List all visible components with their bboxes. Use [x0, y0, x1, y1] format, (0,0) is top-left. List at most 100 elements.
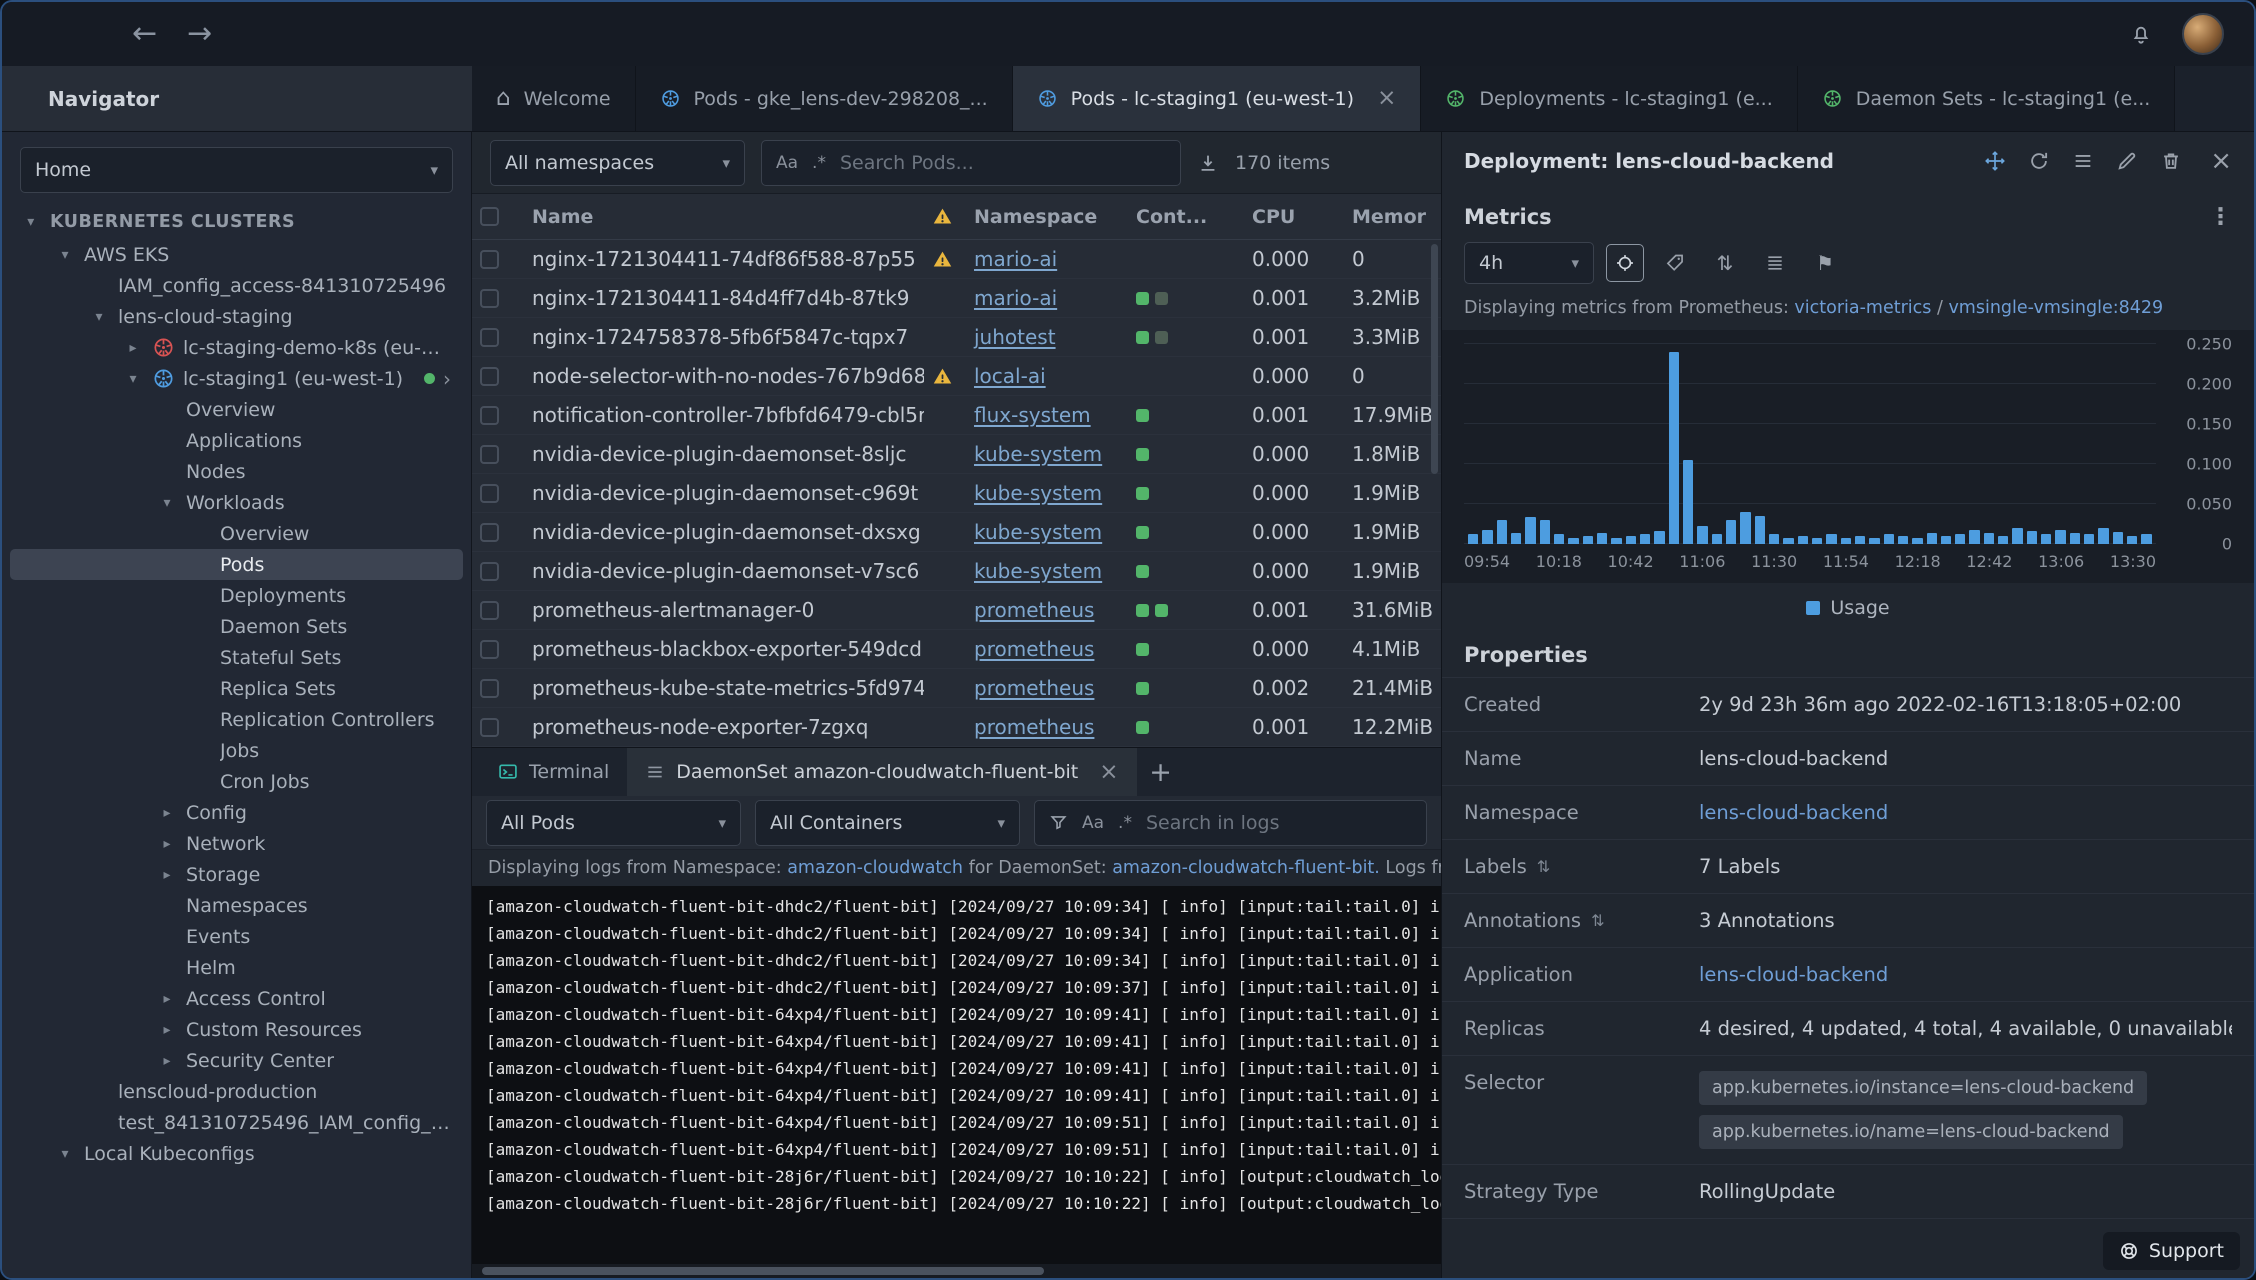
namespace-filter-select[interactable]: All namespaces ▾	[490, 139, 745, 186]
sidebar-item-helm[interactable]: Helm	[10, 952, 463, 983]
namespace-link[interactable]: kube-system	[974, 520, 1102, 544]
logs-namespace-link[interactable]: amazon-cloudwatch	[787, 858, 963, 878]
table-row[interactable]: prometheus-node-exporter-7zgxq prometheus…	[472, 708, 1441, 747]
sidebar-item-iam-config-access-841310725496[interactable]: IAM_config_access-841310725496	[10, 270, 463, 301]
checkbox[interactable]	[480, 561, 499, 581]
sidebar-item-pods[interactable]: Pods	[10, 549, 463, 580]
property-link[interactable]: lens-cloud-backend	[1699, 963, 1888, 986]
table-row[interactable]: nvidia-device-plugin-daemonset-v7sc6 kube…	[472, 552, 1441, 591]
crosshair-toggle-button[interactable]	[1606, 244, 1644, 282]
logs-search-box[interactable]: Aa .*	[1034, 799, 1427, 846]
column-header-memory[interactable]: Memor	[1344, 206, 1440, 228]
sidebar-item-custom-resources[interactable]: ▸ Custom Resources	[10, 1014, 463, 1045]
namespace-link[interactable]: prometheus	[974, 676, 1094, 700]
chevron-right-icon[interactable]: ▸	[156, 867, 178, 883]
edit-icon[interactable]	[2116, 150, 2138, 172]
forward-button[interactable]: →	[187, 19, 212, 49]
container-filter-select[interactable]: All Containers ▾	[755, 799, 1020, 846]
match-case-icon[interactable]: Aa	[1082, 813, 1104, 833]
table-scrollbar-thumb[interactable]	[1431, 244, 1438, 474]
checkbox[interactable]	[480, 249, 499, 269]
filter-funnel-icon[interactable]	[1049, 813, 1068, 832]
table-row[interactable]: prometheus-alertmanager-0 prometheus 0.001…	[472, 591, 1441, 630]
sidebar-item-nodes[interactable]: Nodes	[10, 456, 463, 487]
catalog-selector[interactable]: Home ▾	[20, 147, 453, 193]
sidebar-item-security-center[interactable]: ▸ Security Center	[10, 1045, 463, 1076]
close-panel-icon[interactable]: ×	[2210, 148, 2232, 174]
table-row[interactable]: nginx-1721304411-84d4ff7d4b-87tk9 mario-a…	[472, 279, 1441, 318]
match-case-icon[interactable]: Aa	[776, 153, 798, 173]
checkbox[interactable]	[480, 405, 499, 425]
sidebar-item-applications[interactable]: Applications	[10, 425, 463, 456]
namespace-link[interactable]: flux-system	[974, 403, 1091, 427]
table-row[interactable]: nvidia-device-plugin-daemonset-dxsxg kube…	[472, 513, 1441, 552]
sidebar-item-lc-staging1-eu-west-1[interactable]: ▾ lc-staging1 (eu-west-1) ›	[10, 363, 463, 394]
column-header-cpu[interactable]: CPU	[1244, 206, 1344, 228]
metrics-endpoint-link[interactable]: vmsingle-vmsingle:8429	[1948, 298, 2163, 318]
sidebar-item-access-control[interactable]: ▸ Access Control	[10, 983, 463, 1014]
namespace-link[interactable]: kube-system	[974, 442, 1102, 466]
chevron-down-icon[interactable]: ▾	[54, 247, 76, 263]
sidebar-item-overview[interactable]: Overview	[10, 394, 463, 425]
kebab-menu-icon[interactable]: ⋮	[2209, 204, 2232, 230]
chevron-right-icon[interactable]: ▸	[156, 991, 178, 1007]
table-row[interactable]: nginx-1724758378-5fb6f5847c-tqpx7 juhotes…	[472, 318, 1441, 357]
menu-icon[interactable]	[2072, 150, 2094, 172]
metrics-range-select[interactable]: 4h ▾	[1464, 242, 1594, 284]
namespace-link[interactable]: juhotest	[974, 325, 1056, 349]
column-header-name[interactable]: Name	[524, 206, 924, 228]
sort-icon[interactable]: ⇅	[1591, 912, 1604, 929]
tab-daemon-sets-lc-staging1-e[interactable]: Daemon Sets - lc-staging1 (e...	[1797, 66, 2176, 131]
chevron-down-icon[interactable]: ▾	[20, 214, 42, 230]
column-header-containers[interactable]: Cont...	[1128, 206, 1244, 228]
regex-icon[interactable]: .*	[812, 153, 826, 173]
checkbox[interactable]	[480, 288, 499, 308]
sidebar-item-replication-controllers[interactable]: Replication Controllers	[10, 704, 463, 735]
table-row[interactable]: notification-controller-7bfbfd6479-cbl5r…	[472, 396, 1441, 435]
move-panel-icon[interactable]	[1984, 150, 2006, 172]
checkbox[interactable]	[480, 444, 499, 464]
pod-filter-select[interactable]: All Pods ▾	[486, 799, 741, 846]
labels-toggle-button[interactable]	[1656, 244, 1694, 282]
tab-deployments-lc-staging1-e[interactable]: Deployments - lc-staging1 (e...	[1421, 66, 1798, 131]
close-icon[interactable]: ×	[1099, 760, 1118, 784]
checkbox[interactable]	[480, 483, 499, 503]
tab-welcome[interactable]: ⌂ Welcome	[472, 66, 636, 131]
sidebar-item-config[interactable]: ▸ Config	[10, 797, 463, 828]
sidebar-item-local-kubeconfigs[interactable]: ▾ Local Kubeconfigs	[10, 1138, 463, 1169]
sort-icon[interactable]: ⇅	[1537, 858, 1550, 875]
download-icon[interactable]	[1197, 152, 1219, 174]
chevron-down-icon[interactable]: ▾	[88, 309, 110, 325]
sidebar-item-aws-eks[interactable]: ▾ AWS EKS	[10, 239, 463, 270]
checkbox[interactable]	[480, 639, 499, 659]
checkbox[interactable]	[480, 600, 499, 620]
sort-button[interactable]: ⇅	[1706, 244, 1744, 282]
chevron-right-icon[interactable]: ▸	[156, 805, 178, 821]
sidebar-item-replica-sets[interactable]: Replica Sets	[10, 673, 463, 704]
refresh-icon[interactable]	[2028, 150, 2050, 172]
pods-search-input[interactable]	[839, 151, 1166, 174]
sidebar-item-events[interactable]: Events	[10, 921, 463, 952]
table-row[interactable]: node-selector-with-no-nodes-767b9d68 loca…	[472, 357, 1441, 396]
support-button[interactable]: Support	[2102, 1232, 2240, 1270]
logs-search-input[interactable]	[1145, 811, 1412, 834]
namespace-link[interactable]: prometheus	[974, 598, 1094, 622]
flag-button[interactable]: ⚑	[1806, 244, 1844, 282]
checkbox[interactable]	[480, 717, 499, 737]
sidebar-item-overview[interactable]: Overview	[10, 518, 463, 549]
logs-horizontal-scrollbar[interactable]	[472, 1264, 1441, 1278]
dock-tab-terminal[interactable]: Terminal	[480, 748, 627, 796]
user-avatar[interactable]	[2182, 13, 2224, 55]
namespace-link[interactable]: mario-ai	[974, 286, 1057, 310]
property-link[interactable]: lens-cloud-backend	[1699, 801, 1888, 824]
chevron-down-icon[interactable]: ▾	[122, 371, 144, 387]
notifications-bell-icon[interactable]	[2130, 23, 2152, 45]
table-row[interactable]: prometheus-blackbox-exporter-549dcd prome…	[472, 630, 1441, 669]
sidebar-item-daemon-sets[interactable]: Daemon Sets	[10, 611, 463, 642]
chevron-right-icon[interactable]: ▸	[156, 1053, 178, 1069]
delete-icon[interactable]	[2160, 150, 2182, 172]
new-dock-tab-button[interactable]: +	[1137, 748, 1185, 796]
checkbox[interactable]	[480, 366, 499, 386]
sidebar-item-lenscloud-production[interactable]: lenscloud-production	[10, 1076, 463, 1107]
chevron-right-icon[interactable]: ▸	[122, 340, 144, 356]
